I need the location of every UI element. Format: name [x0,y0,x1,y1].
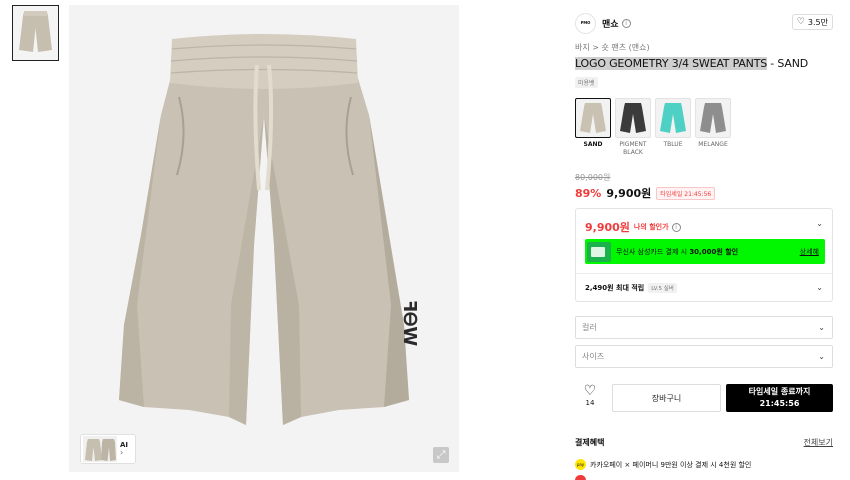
benefit-box: 9,900원 나의 할인가 i ⌄ 무신사 삼성카드 결제 시 30,000원 … [575,208,833,302]
ai-label: AI › [120,440,129,457]
color-select-placeholder: 컬러 [582,323,597,332]
product-title: LOGO GEOMETRY 3/4 SWEAT PANTS - SAND [575,57,808,71]
heart-icon: ♡ [583,383,597,399]
color-swatch-label: PIGMENT BLACK [619,141,647,156]
product-title-highlight: LOGO GEOMETRY 3/4 SWEAT PANTS [575,57,768,70]
color-swatch-label: TBLUE [663,141,683,148]
payment-icon-partial [575,475,586,480]
color-swatch-list: SAND PIGMENT BLACK TBLUE MELANGE [575,98,731,157]
ai-similar-card[interactable]: AI › [80,434,136,464]
sale-price: 9,900원 [606,187,652,200]
color-swatch-image [655,98,691,138]
color-swatch[interactable]: MELANGE [695,98,731,157]
card-discount-text: 무신사 삼성카드 결제 시 30,000원 할인 [616,247,739,256]
color-swatch[interactable]: SAND [575,98,611,157]
product-tag: 미용벳 [575,77,598,88]
chevron-right-icon: › [120,447,124,457]
size-select-placeholder: 사이즈 [582,352,605,361]
breadcrumb[interactable]: 바지 > 숏 팬츠 (맨쇼) [575,42,650,53]
brand-name[interactable]: 맨쇼 [602,17,619,30]
heart-icon: ♡ [796,17,805,27]
timesale-badge: 타임세일 21:45:56 [656,186,716,200]
points-row[interactable]: 2,490원 최대 적립 LV.5 실버 [585,283,677,293]
brand-logo[interactable]: ᴘᴍᴏ [575,12,596,34]
size-select[interactable]: 사이즈 ⌄ [575,345,833,368]
sweat-pants-graphic: ꟻᎾW [119,34,420,425]
wish-button[interactable]: ♡ 14 [579,383,601,407]
divider [576,273,832,274]
color-swatch[interactable]: PIGMENT BLACK [615,98,651,157]
brand-like-button[interactable]: ♡ 3.5만 [791,14,833,30]
product-main-image: ꟻᎾW [69,5,459,472]
card-discount-banner[interactable]: 무신사 삼성카드 결제 시 30,000원 할인 상세혜 [585,239,825,264]
color-swatch-label: MELANGE [698,141,728,148]
payment-benefit-text: 카카오페이 × 페이머니 9만원 이상 결제 시 4천원 할인 [590,460,752,469]
add-to-cart-button[interactable]: 장바구니 [612,384,721,412]
price-row: 89% 9,900원 타임세일 21:45:56 [575,185,716,201]
card-detail-link[interactable]: 상세혜 [800,247,819,257]
mini-pants-image [83,436,117,462]
action-bar: ♡ 14 장바구니 타임세일 종료까지 21:45:56 [575,383,833,413]
payment-benefits-title: 결제혜택 [575,438,605,447]
chevron-down-icon[interactable]: ⌄ [816,219,823,228]
max-points: 2,490원 최대 적립 [585,284,645,292]
color-swatch-label: SAND [583,141,603,148]
thumbnail-list [12,5,59,61]
color-select[interactable]: 컬러 ⌄ [575,316,833,339]
color-swatch-image [615,98,651,138]
my-price-label: 나의 할인가 [633,223,669,231]
color-swatch[interactable]: TBLUE [655,98,691,157]
product-title-variant: - SAND [767,57,808,70]
buy-button-timer: 21:45:56 [759,399,800,408]
brand-like-count: 3.5만 [807,17,828,27]
color-swatch-image [575,98,611,138]
thumbnail-image[interactable] [12,5,59,61]
my-price-row[interactable]: 9,900원 나의 할인가 i [585,219,681,235]
buy-button-label: 타임세일 종료까지 [748,387,811,396]
info-icon[interactable]: i [621,18,631,28]
chevron-down-icon: ⌄ [818,323,825,332]
discount-rate: 89% [575,186,602,200]
brand-row: ᴘᴍᴏ 맨쇼 i ♡ 3.5만 [575,12,833,34]
expand-icon[interactable]: ⤢ [433,447,449,463]
level-badge: LV.5 실버 [648,283,677,293]
card-image [587,241,611,262]
chevron-down-icon[interactable]: ⌄ [816,283,823,292]
kakaopay-icon: pay [575,459,586,470]
payment-benefit-item: pay 카카오페이 × 페이머니 9만원 이상 결제 시 4천원 할인 [575,459,751,470]
wish-count: 14 [585,399,595,407]
chevron-down-icon: ⌄ [818,352,825,361]
my-price: 9,900원 [585,221,630,234]
pants-thumbnail-graphic [19,11,52,52]
logo-print-text: ꟻᎾW [399,300,420,346]
info-icon[interactable]: i [671,222,681,232]
color-swatch-image [695,98,731,138]
payment-benefits-header: 결제혜택 전체보기 [575,437,833,448]
view-all-link[interactable]: 전체보기 [804,437,833,448]
buy-now-button[interactable]: 타임세일 종료까지 21:45:56 [726,384,833,412]
original-price: 80,000원 [575,173,611,182]
